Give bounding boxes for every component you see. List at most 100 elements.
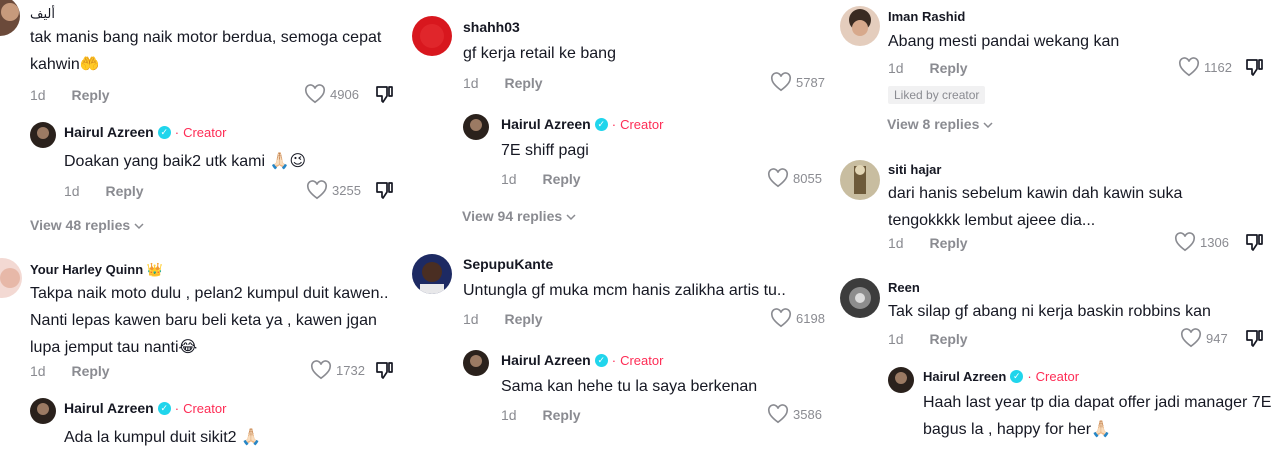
separator-dot: · bbox=[174, 400, 180, 416]
avatar-siti-hajar[interactable] bbox=[840, 160, 880, 200]
heart-icon[interactable] bbox=[770, 72, 792, 92]
like-button[interactable]: 947 bbox=[1180, 328, 1228, 348]
reply-button[interactable]: Reply bbox=[929, 60, 967, 76]
reply-button[interactable]: Reply bbox=[71, 87, 109, 103]
comment-time: 1d bbox=[30, 363, 46, 379]
reply-button[interactable]: Reply bbox=[504, 311, 542, 327]
like-button[interactable]: 3586 bbox=[767, 404, 822, 424]
heart-icon[interactable] bbox=[767, 168, 789, 188]
like-button[interactable]: 3255 bbox=[306, 180, 361, 200]
username-hairul[interactable]: Hairul Azreen bbox=[501, 116, 591, 132]
avatar-iman-rashid[interactable] bbox=[840, 6, 880, 46]
separator-dot: · bbox=[174, 124, 180, 140]
like-button[interactable]: 6198 bbox=[770, 308, 825, 328]
like-button[interactable]: 1162 bbox=[1178, 57, 1232, 77]
like-count: 8055 bbox=[793, 170, 822, 186]
thumbs-down-icon[interactable] bbox=[374, 84, 394, 104]
creator-reply-header: Hairul Azreen ✓ · Creator bbox=[923, 369, 1079, 384]
heart-icon[interactable] bbox=[306, 180, 328, 200]
avatar-alif[interactable] bbox=[0, 0, 20, 36]
view-replies-label: View 8 replies bbox=[887, 116, 980, 132]
heart-icon[interactable] bbox=[1180, 328, 1202, 348]
like-count: 1732 bbox=[336, 362, 365, 378]
verified-badge-icon: ✓ bbox=[1010, 370, 1024, 383]
reply-button[interactable]: Reply bbox=[542, 171, 580, 187]
comment-meta: 1d Reply bbox=[463, 75, 543, 91]
username-reen[interactable]: Reen bbox=[888, 280, 920, 295]
like-count: 1306 bbox=[1200, 234, 1229, 250]
creator-reply-header: Hairul Azreen ✓ · Creator bbox=[501, 352, 663, 368]
heart-icon[interactable] bbox=[770, 308, 792, 328]
comment-meta: 1d Reply bbox=[888, 60, 968, 76]
username-hairul[interactable]: Hairul Azreen bbox=[64, 400, 154, 416]
comment-meta: 1d Reply bbox=[888, 331, 968, 347]
verified-badge-icon: ✓ bbox=[157, 125, 171, 139]
view-replies-label: View 48 replies bbox=[30, 217, 131, 233]
like-count: 1162 bbox=[1204, 59, 1232, 75]
comment-text: gf kerja retail ke bang bbox=[463, 45, 616, 62]
avatar-sepupukante[interactable] bbox=[412, 254, 452, 294]
thumbs-down-icon[interactable] bbox=[1244, 328, 1264, 348]
reply-button[interactable]: Reply bbox=[929, 331, 967, 347]
avatar-harley[interactable] bbox=[0, 258, 22, 298]
reply-button[interactable]: Reply bbox=[929, 235, 967, 251]
reply-text: 7E shiff pagi bbox=[501, 142, 589, 159]
thumbs-down-icon[interactable] bbox=[1244, 232, 1264, 252]
username-alif[interactable]: أليف bbox=[30, 6, 55, 22]
heart-icon[interactable] bbox=[310, 360, 332, 380]
heart-icon[interactable] bbox=[767, 404, 789, 424]
separator-dot: · bbox=[1027, 369, 1032, 384]
chevron-down-icon bbox=[134, 223, 144, 230]
creator-badge: Creator bbox=[183, 124, 227, 140]
reply-button[interactable]: Reply bbox=[504, 75, 542, 91]
comment-time: 1d bbox=[463, 311, 479, 327]
username-sepupukante[interactable]: SepupuKante bbox=[463, 256, 553, 272]
avatar-reen[interactable] bbox=[840, 278, 880, 318]
verified-badge-icon: ✓ bbox=[594, 353, 608, 367]
like-button[interactable]: 5787 bbox=[770, 72, 825, 92]
creator-badge: Creator bbox=[1035, 369, 1080, 384]
username-iman-rashid[interactable]: Iman Rashid bbox=[888, 9, 965, 24]
creator-badge: Creator bbox=[183, 400, 227, 416]
separator-dot: · bbox=[611, 116, 617, 132]
view-replies-button[interactable]: View 48 replies bbox=[30, 217, 144, 233]
view-replies-button[interactable]: View 94 replies bbox=[462, 208, 576, 224]
comment-meta: 1d Reply bbox=[888, 235, 968, 251]
thumbs-down-icon[interactable] bbox=[374, 180, 394, 200]
like-count: 947 bbox=[1206, 330, 1228, 346]
username-hairul[interactable]: Hairul Azreen bbox=[501, 352, 591, 368]
comments-column-2: shahh03 gf kerja retail ke bang 1d Reply… bbox=[410, 0, 840, 456]
username-hairul[interactable]: Hairul Azreen bbox=[923, 369, 1006, 384]
username-harley[interactable]: Your Harley Quinn 👑 bbox=[30, 262, 163, 278]
comment-time: 1d bbox=[30, 87, 46, 103]
thumbs-down-icon[interactable] bbox=[1244, 57, 1264, 77]
heart-icon[interactable] bbox=[1174, 232, 1196, 252]
avatar-hairul[interactable] bbox=[888, 367, 914, 393]
reply-button[interactable]: Reply bbox=[105, 183, 143, 199]
like-button[interactable]: 8055 bbox=[767, 168, 822, 188]
heart-icon[interactable] bbox=[1178, 57, 1200, 77]
heart-icon[interactable] bbox=[304, 84, 326, 104]
avatar-hairul[interactable] bbox=[30, 122, 56, 148]
thumbs-down-icon[interactable] bbox=[374, 360, 394, 380]
like-button[interactable]: 1732 bbox=[310, 360, 365, 380]
username-siti-hajar[interactable]: siti hajar bbox=[888, 162, 941, 177]
username-hairul[interactable]: Hairul Azreen bbox=[64, 124, 154, 140]
avatar-hairul[interactable] bbox=[463, 114, 489, 140]
reply-text: Haah last year tp dia dapat offer jadi m… bbox=[923, 394, 1272, 438]
comment-text: Tak silap gf abang ni kerja baskin robbi… bbox=[888, 303, 1211, 320]
like-button[interactable]: 4906 bbox=[304, 84, 359, 104]
view-replies-button[interactable]: View 8 replies bbox=[887, 116, 993, 132]
reply-button[interactable]: Reply bbox=[71, 363, 109, 379]
username-shahh03[interactable]: shahh03 bbox=[463, 19, 520, 35]
reply-button[interactable]: Reply bbox=[542, 407, 580, 423]
like-button[interactable]: 1306 bbox=[1174, 232, 1229, 252]
like-count: 6198 bbox=[796, 310, 825, 326]
comment-time: 1d bbox=[463, 75, 479, 91]
chevron-down-icon bbox=[983, 122, 993, 129]
avatar-shahh03[interactable] bbox=[412, 16, 452, 56]
verified-badge-icon: ✓ bbox=[157, 401, 171, 415]
avatar-hairul[interactable] bbox=[30, 398, 56, 424]
like-count: 4906 bbox=[330, 86, 359, 102]
avatar-hairul[interactable] bbox=[463, 350, 489, 376]
